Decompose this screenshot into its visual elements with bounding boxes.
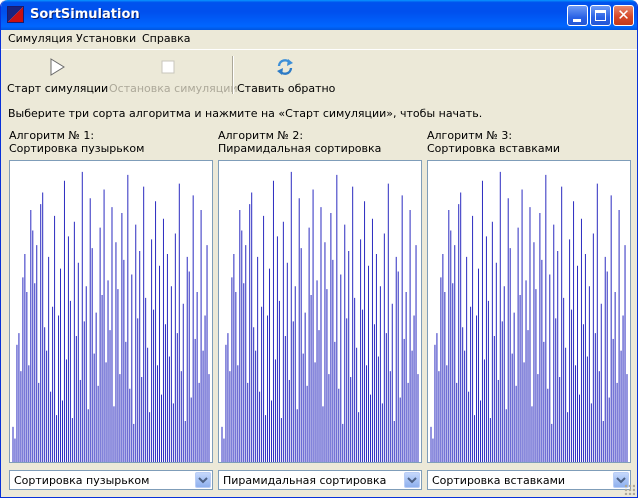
toolbar-separator — [232, 56, 234, 94]
algorithm-3-title: Алгоритм № 3: — [427, 129, 513, 142]
play-icon — [50, 58, 65, 76]
maximize-button[interactable] — [590, 5, 611, 26]
resize-grip[interactable] — [624, 484, 635, 495]
stop-simulation-button[interactable]: Остановка симуляции — [109, 50, 238, 98]
reset-label: Ставить обратно — [237, 82, 336, 95]
refresh-icon — [277, 59, 293, 75]
algorithm-2-bars — [221, 171, 419, 462]
title-bar[interactable]: SortSimulation ✕ — [1, 0, 637, 30]
algorithm-2-chart — [218, 160, 422, 463]
algorithm-3-bars — [430, 171, 628, 462]
algorithm-2-select-value: Пирамидальная сортировка — [223, 474, 387, 487]
algorithm-3-select-value: Сортировка вставками — [432, 474, 566, 487]
close-icon: ✕ — [617, 6, 630, 24]
start-simulation-button[interactable]: Старт симуляции — [7, 50, 109, 98]
algorithm-3-select[interactable]: Сортировка вставками — [427, 470, 631, 490]
algorithm-3-chart — [427, 160, 631, 463]
minimize-button[interactable] — [567, 5, 588, 26]
algorithm-1-title: Алгоритм № 1: — [9, 129, 95, 142]
algorithm-2-select[interactable]: Пирамидальная сортировка — [218, 470, 422, 490]
reset-button[interactable]: Ставить обратно — [237, 50, 336, 98]
chevron-down-icon[interactable] — [195, 472, 211, 488]
stop-icon — [161, 60, 175, 74]
algorithm-2-name: Пирамидальная сортировка — [218, 142, 382, 155]
algorithm-1-chart — [9, 160, 213, 463]
app-icon — [7, 6, 24, 23]
menu-simulation[interactable]: Симуляция — [8, 32, 73, 45]
chevron-down-icon[interactable] — [404, 472, 420, 488]
maximize-icon — [595, 10, 606, 21]
instruction-text: Выберите три сорта алгоритма и нажмите н… — [8, 107, 483, 120]
close-button[interactable]: ✕ — [613, 5, 634, 26]
algorithm-2-title: Алгоритм № 2: — [218, 129, 304, 142]
algorithm-1-name: Сортировка пузырьком — [9, 142, 145, 155]
algorithm-1-select[interactable]: Сортировка пузырьком — [9, 470, 213, 490]
algorithm-1-select-value: Сортировка пузырьком — [14, 474, 150, 487]
minimize-icon — [573, 19, 581, 22]
menu-bar: Симуляция Установки Справка — [1, 30, 637, 48]
algorithm-1-bars — [12, 171, 210, 462]
menu-settings[interactable]: Установки — [76, 32, 136, 45]
app-window: SortSimulation ✕ Симуляция Установки Спр… — [0, 0, 638, 498]
menu-help[interactable]: Справка — [142, 32, 190, 45]
window-title: SortSimulation — [30, 7, 140, 22]
stop-simulation-label: Остановка симуляции — [109, 82, 238, 95]
start-simulation-label: Старт симуляции — [7, 82, 109, 95]
algorithm-3-name: Сортировка вставками — [427, 142, 561, 155]
